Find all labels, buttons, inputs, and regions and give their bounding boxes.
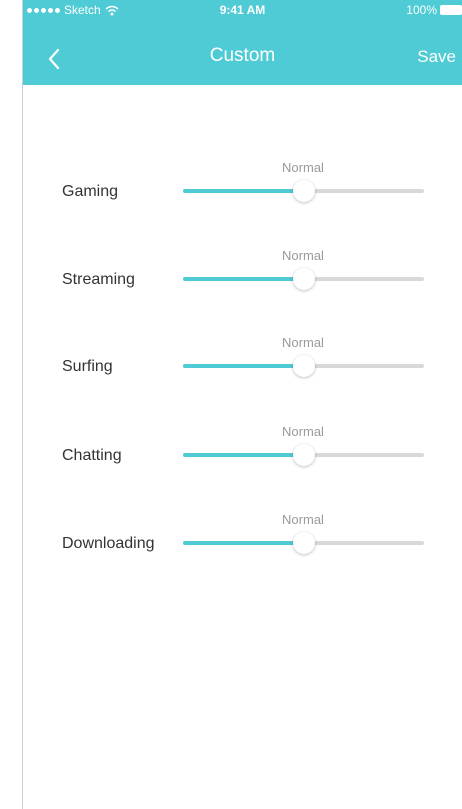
slider-thumb[interactable] [292,444,315,466]
slider-fill [183,364,304,368]
slider-track[interactable] [183,532,424,554]
slider-label: Gaming [62,183,119,200]
slider-level-label: Normal [282,160,324,175]
slider-label: Surfing [62,358,113,375]
slider-row-chatting: Chatting Normal [23,424,462,484]
slider-fill [183,189,304,193]
slider-label: Streaming [62,271,135,288]
save-button[interactable]: Save [417,47,456,67]
navigation-bar: Custom Save [23,40,462,76]
slider-level-label: Normal [282,512,324,527]
slider-fill [183,541,304,545]
slider-label: Chatting [62,447,122,464]
slider-row-gaming: Gaming Normal [23,160,462,220]
slider-fill [183,453,304,457]
slider-row-downloading: Downloading Normal [23,512,462,572]
header: Sketch 9:41 AM 100% Custom Save [23,0,462,85]
page-title: Custom [209,45,276,66]
slider-thumb[interactable] [292,355,315,377]
slider-track[interactable] [183,444,424,466]
battery-icon [440,5,462,15]
slider-track[interactable] [183,268,424,290]
screen-left-border [22,0,23,809]
slider-row-surfing: Surfing Normal [23,335,462,395]
status-time: 9:41 AM [219,3,266,17]
slider-level-label: Normal [282,335,324,350]
slider-fill [183,277,304,281]
status-right: 100% [406,3,462,17]
slider-level-label: Normal [282,248,324,263]
slider-thumb[interactable] [292,268,315,290]
slider-track[interactable] [183,355,424,377]
slider-track[interactable] [183,180,424,202]
slider-label: Downloading [62,535,155,552]
slider-thumb[interactable] [292,180,315,202]
slider-thumb[interactable] [292,532,315,554]
battery-percent: 100% [406,3,437,17]
slider-row-streaming: Streaming Normal [23,248,462,308]
slider-level-label: Normal [282,424,324,439]
status-bar: Sketch 9:41 AM 100% [23,0,462,20]
